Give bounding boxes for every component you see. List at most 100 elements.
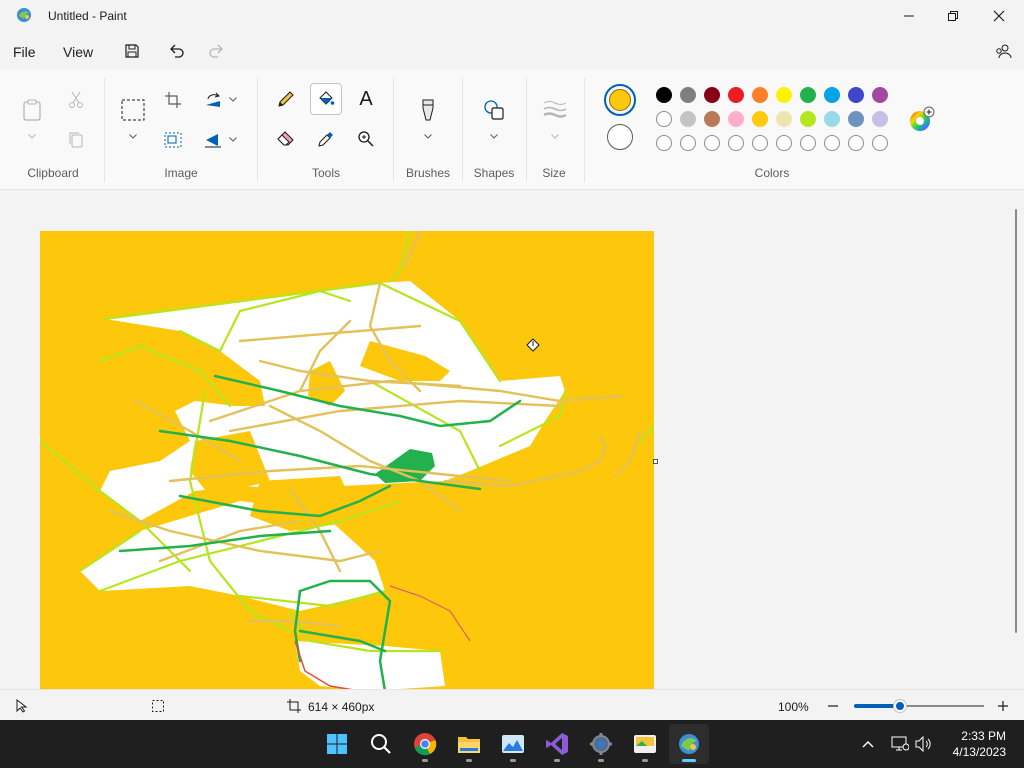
size-dropdown-icon[interactable]	[550, 132, 560, 140]
brushes-group-label: Brushes	[405, 166, 451, 180]
fill-bucket-icon[interactable]	[310, 83, 342, 115]
palette-color-swatch[interactable]	[656, 87, 672, 103]
palette-color-swatch[interactable]	[680, 111, 696, 127]
canvas-resize-handle[interactable]	[653, 459, 658, 464]
palette-color-swatch[interactable]	[704, 87, 720, 103]
cursor-position-icon	[16, 698, 28, 716]
ribbon-divider	[584, 78, 585, 182]
visual-studio-icon[interactable]	[537, 724, 577, 764]
size-icon[interactable]	[539, 94, 571, 126]
palette-color-swatch[interactable]	[704, 111, 720, 127]
account-icon[interactable]	[992, 40, 1014, 62]
copy-icon[interactable]	[60, 124, 92, 156]
paint-taskbar-icon[interactable]	[669, 724, 709, 764]
palette-color-swatch[interactable]	[800, 111, 816, 127]
palette-color-swatch[interactable]	[848, 111, 864, 127]
brush-icon[interactable]	[412, 94, 444, 126]
shapes-group-label: Shapes	[473, 166, 515, 180]
palette-color-swatch[interactable]	[848, 87, 864, 103]
network-icon[interactable]	[890, 734, 910, 754]
image-viewer-icon[interactable]	[493, 724, 533, 764]
palette-color-swatch[interactable]	[824, 111, 840, 127]
volume-icon[interactable]	[914, 734, 934, 754]
start-icon[interactable]	[317, 724, 357, 764]
palette-color-swatch[interactable]	[680, 87, 696, 103]
ribbon-divider	[257, 78, 258, 182]
shapes-icon[interactable]	[478, 94, 510, 126]
magnifier-icon[interactable]	[350, 123, 382, 155]
settings-gear-icon[interactable]	[581, 724, 621, 764]
drawing-canvas[interactable]	[40, 231, 654, 689]
palette-color-swatch[interactable]	[728, 111, 744, 127]
palette-color-swatch[interactable]	[824, 87, 840, 103]
flip-icon[interactable]	[197, 124, 229, 156]
eraser-icon[interactable]	[270, 123, 302, 155]
palette-color-swatch[interactable]	[872, 87, 888, 103]
flip-dropdown-icon[interactable]	[228, 135, 238, 143]
edit-colors-icon[interactable]	[906, 103, 938, 135]
select-icon[interactable]	[117, 94, 149, 126]
shapes-dropdown-icon[interactable]	[489, 132, 499, 140]
zoom-level-text[interactable]: 100%	[778, 700, 809, 714]
canvas-workspace[interactable]	[0, 191, 1024, 689]
file-menu[interactable]: File	[13, 44, 36, 60]
palette-color-swatch[interactable]	[656, 111, 672, 127]
rotate-icon[interactable]	[197, 84, 229, 116]
save-icon[interactable]	[121, 40, 143, 62]
close-button[interactable]	[976, 0, 1022, 32]
custom-color-slot[interactable]	[848, 135, 864, 151]
menu-bar: File View	[0, 32, 1024, 70]
cut-icon[interactable]	[60, 84, 92, 116]
custom-color-slot[interactable]	[824, 135, 840, 151]
redo-icon[interactable]	[205, 40, 227, 62]
brush-dropdown-icon[interactable]	[423, 132, 433, 140]
photos-app-icon[interactable]	[625, 724, 665, 764]
vertical-scrollbar[interactable]	[1015, 209, 1017, 633]
palette-color-swatch[interactable]	[800, 87, 816, 103]
paste-dropdown-icon[interactable]	[27, 132, 37, 140]
custom-color-slot[interactable]	[728, 135, 744, 151]
custom-color-slot[interactable]	[704, 135, 720, 151]
palette-color-swatch[interactable]	[752, 111, 768, 127]
ribbon-divider	[104, 78, 105, 182]
running-indicator	[598, 759, 604, 762]
zoom-in-icon[interactable]	[996, 699, 1010, 713]
custom-color-slot[interactable]	[872, 135, 888, 151]
ribbon-divider	[462, 78, 463, 182]
secondary-color-swatch[interactable]	[607, 124, 633, 150]
file-explorer-icon[interactable]	[449, 724, 489, 764]
rotate-dropdown-icon[interactable]	[228, 95, 238, 103]
zoom-slider-thumb[interactable]	[894, 700, 906, 712]
custom-color-slot[interactable]	[800, 135, 816, 151]
color-picker-icon[interactable]	[310, 123, 342, 155]
palette-color-swatch[interactable]	[728, 87, 744, 103]
image-group-label: Image	[164, 166, 198, 180]
palette-color-swatch[interactable]	[776, 87, 792, 103]
system-clock[interactable]: 2:33 PM 4/13/2023	[953, 728, 1006, 760]
chrome-icon[interactable]	[405, 724, 445, 764]
palette-color-swatch[interactable]	[776, 111, 792, 127]
minimize-button[interactable]	[886, 0, 932, 32]
undo-icon[interactable]	[166, 40, 188, 62]
view-menu[interactable]: View	[63, 44, 93, 60]
taskbar: 2:33 PM 4/13/2023	[0, 720, 1024, 768]
resize-icon[interactable]	[157, 124, 189, 156]
select-dropdown-icon[interactable]	[128, 132, 138, 140]
custom-color-slot[interactable]	[680, 135, 696, 151]
paste-button[interactable]	[16, 94, 48, 126]
custom-color-slot[interactable]	[776, 135, 792, 151]
restore-button[interactable]	[930, 0, 976, 32]
show-hidden-icons-chevron-icon[interactable]	[858, 734, 878, 754]
pencil-icon[interactable]	[270, 83, 302, 115]
clipboard-group-label: Clipboard	[27, 166, 79, 180]
custom-color-slot[interactable]	[656, 135, 672, 151]
zoom-out-icon[interactable]	[826, 699, 840, 713]
primary-color-swatch[interactable]	[604, 84, 636, 116]
custom-color-slot[interactable]	[752, 135, 768, 151]
palette-color-swatch[interactable]	[752, 87, 768, 103]
canvas-size-text: 614 × 460px	[308, 700, 375, 714]
palette-color-swatch[interactable]	[872, 111, 888, 127]
text-tool-icon[interactable]: A	[350, 83, 382, 115]
crop-icon[interactable]	[157, 84, 189, 116]
search-icon[interactable]	[361, 724, 401, 764]
